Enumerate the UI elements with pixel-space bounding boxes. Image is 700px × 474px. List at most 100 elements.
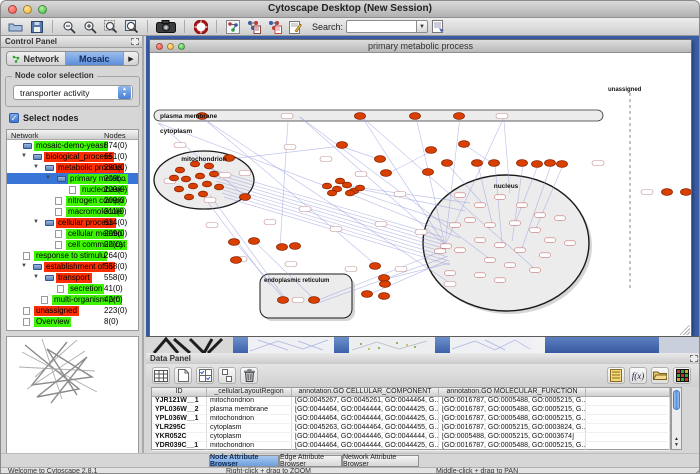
network-node[interactable] — [337, 142, 348, 149]
zoom-fit-icon[interactable] — [102, 19, 119, 34]
network-edge[interactable] — [220, 189, 448, 257]
network-edge[interactable] — [280, 121, 288, 247]
tree-expand-arrow-icon[interactable]: ▼ — [33, 219, 39, 225]
tree-row[interactable]: cell communicat22(0) — [7, 239, 138, 250]
network-node[interactable] — [381, 170, 392, 177]
network-node[interactable] — [423, 169, 434, 176]
node-label-chip[interactable] — [204, 198, 216, 203]
network-node[interactable] — [214, 184, 223, 190]
network-node[interactable] — [517, 160, 528, 167]
table-row[interactable]: YPL036W__2plasma membrane[GO:0044464, GO… — [152, 406, 670, 415]
network-canvas[interactable]: plasma membranecytoplasmmitochondrionnuc… — [150, 53, 691, 336]
open-folder-icon[interactable] — [7, 19, 24, 34]
node-label-chip[interactable] — [530, 228, 541, 233]
network-node[interactable] — [459, 141, 470, 148]
tree-expand-arrow-icon[interactable]: ▼ — [45, 175, 51, 181]
node-label-chip[interactable] — [264, 220, 276, 225]
network-node[interactable] — [175, 167, 184, 173]
network-view-titlebar[interactable]: primary metabolic process — [150, 40, 691, 53]
create-attribute-icon[interactable] — [174, 367, 192, 384]
node-label-chip[interactable] — [445, 271, 456, 276]
node-label-chip[interactable] — [219, 173, 231, 178]
birds-eye-view[interactable] — [6, 336, 139, 459]
node-label-chip[interactable] — [455, 193, 466, 198]
network-node[interactable] — [209, 171, 218, 177]
node-label-chip[interactable] — [455, 248, 466, 253]
heatmap-matrix-icon[interactable] — [673, 367, 691, 384]
network-node[interactable] — [345, 190, 354, 196]
node-label-chip[interactable] — [444, 282, 456, 287]
node-label-chip[interactable] — [465, 218, 476, 223]
snapshot-camera-icon[interactable] — [155, 19, 177, 34]
node-label-chip[interactable] — [495, 195, 506, 200]
tree-expand-arrow-icon[interactable]: ▼ — [21, 153, 27, 159]
node-label-chip[interactable] — [174, 143, 186, 148]
unselect-attributes-icon[interactable] — [218, 367, 236, 384]
edit-network-icon[interactable] — [287, 19, 304, 34]
tree-row[interactable]: nucleobase-209(0) — [7, 184, 138, 195]
node-label-chip[interactable] — [435, 249, 446, 254]
attribute-list-icon[interactable] — [607, 367, 625, 384]
node-label-chip[interactable] — [535, 213, 546, 218]
tab-mosaic[interactable]: Mosaic — [66, 52, 125, 65]
node-label-chip[interactable] — [475, 273, 486, 278]
tree-expand-arrow-icon[interactable]: ▼ — [21, 263, 27, 269]
node-label-chip[interactable] — [345, 267, 357, 272]
network-node[interactable] — [290, 243, 301, 250]
zoom-out-icon[interactable] — [60, 19, 77, 34]
node-label-chip[interactable] — [505, 263, 516, 268]
network-node[interactable] — [472, 160, 483, 167]
float-data-panel-icon[interactable] — [690, 355, 698, 362]
node-label-chip[interactable] — [555, 216, 566, 221]
node-label-chip[interactable] — [415, 230, 427, 235]
node-label-chip[interactable] — [239, 171, 251, 176]
table-row[interactable]: YLR295Ccytoplasm[GO:0045263, GO:0044464,… — [152, 424, 670, 433]
scrollbar-arrows[interactable]: ▲▼ — [672, 436, 681, 448]
help-lifesaver-icon[interactable] — [192, 19, 209, 34]
tab-node-attribute-browser[interactable]: Node Attribute Browser — [209, 455, 279, 467]
import-attributes-folder-icon[interactable] — [651, 367, 669, 384]
tree-row[interactable]: ▼transport558(0) — [7, 272, 138, 283]
tree-row[interactable]: unassigned223(0) — [7, 305, 138, 316]
network-node[interactable] — [174, 186, 183, 192]
node-label-chip[interactable] — [545, 238, 556, 243]
network-node[interactable] — [557, 161, 568, 168]
tree-row[interactable]: ▼biological_process651(0) — [7, 151, 138, 162]
network-node[interactable] — [410, 113, 421, 120]
background-view-window-3[interactable] — [450, 337, 533, 353]
tree-row-label[interactable]: mosaic-demo-yeast — [34, 141, 108, 151]
import-network-icon[interactable] — [245, 19, 262, 34]
network-node[interactable] — [169, 175, 178, 181]
node-label-chip[interactable] — [475, 203, 486, 208]
tree-row-label[interactable]: response to stimulu — [34, 251, 107, 261]
network-node[interactable] — [662, 189, 673, 196]
node-label-chip[interactable] — [540, 253, 551, 257]
node-label-chip[interactable] — [441, 244, 452, 249]
network-node[interactable] — [375, 156, 386, 163]
node-label-chip[interactable] — [206, 223, 218, 228]
network-node[interactable] — [426, 147, 437, 154]
table-row[interactable]: YKR052Ccytoplasm[GO:0044464, GO:0044446,… — [152, 433, 670, 442]
search-options-icon[interactable] — [430, 19, 447, 34]
tree-row[interactable]: secretion41(0) — [7, 283, 138, 294]
node-label-chip[interactable] — [355, 172, 367, 177]
node-label-chip[interactable] — [281, 114, 293, 119]
node-label-chip[interactable] — [285, 262, 297, 267]
tree-row[interactable]: mosaic-demo-yeast874(0) — [7, 140, 138, 151]
tree-row[interactable]: cellular metabo209(0) — [7, 228, 138, 239]
network-node[interactable] — [231, 257, 242, 264]
region-nucleus[interactable] — [423, 175, 589, 311]
tree-row[interactable]: response to stimulu264(0) — [7, 250, 138, 261]
node-label-chip[interactable] — [450, 223, 461, 228]
network-node[interactable] — [278, 297, 289, 304]
search-input[interactable] — [346, 20, 416, 33]
node-label-chip[interactable] — [394, 192, 406, 197]
node-label-chip[interactable] — [510, 221, 521, 226]
network-node[interactable] — [681, 189, 692, 196]
network-node[interactable] — [188, 183, 197, 189]
node-label-chip[interactable] — [495, 278, 506, 283]
network-node[interactable] — [240, 194, 251, 201]
background-view-window-2[interactable] — [349, 337, 435, 353]
canvas-resize-grip[interactable] — [680, 325, 690, 335]
network-node[interactable] — [327, 190, 336, 196]
